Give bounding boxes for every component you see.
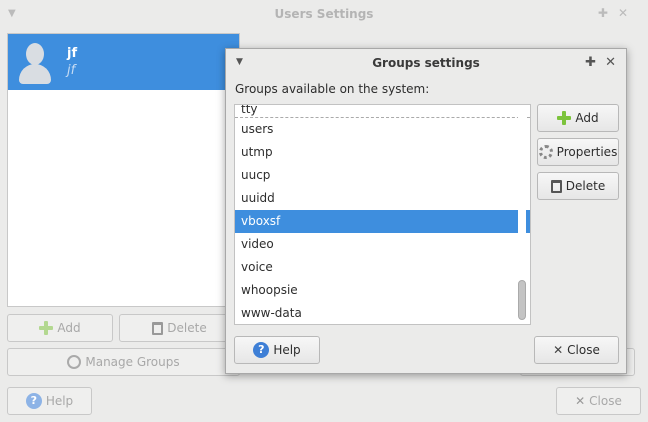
trash-icon (550, 179, 562, 193)
help-button[interactable]: ? Help (234, 336, 320, 364)
list-item[interactable]: whoopsie (235, 279, 530, 302)
scrollbar[interactable] (518, 105, 526, 324)
list-item[interactable]: uucp (235, 164, 530, 187)
close-button[interactable]: ✕ Close (534, 336, 619, 364)
help-label: Help (45, 394, 74, 408)
user-row-jf[interactable]: jf jf (8, 34, 239, 90)
close-label: Close (589, 394, 622, 408)
user-list[interactable]: jf jf (7, 33, 240, 307)
groups-settings-dialog: ▼ Groups settings ✚ ✕ Groups available o… (225, 48, 627, 374)
add-icon (39, 321, 54, 335)
close-icon: ✕ (553, 343, 564, 357)
help-button[interactable]: ? Help (7, 387, 92, 415)
properties-label: Properties (556, 145, 618, 159)
close-icon[interactable]: ✕ (605, 55, 616, 70)
groups-dialog-titlebar: ▼ Groups settings ✚ ✕ (226, 49, 626, 77)
delete-group-label: Delete (565, 179, 606, 193)
window-menu-icon[interactable]: ▼ (236, 57, 243, 67)
list-item[interactable]: video (235, 233, 530, 256)
help-icon: ? (25, 393, 42, 409)
add-user-label: Add (57, 321, 81, 335)
users-settings-titlebar: ▼ Users Settings ✚✕ (0, 0, 648, 28)
delete-group-button[interactable]: Delete (537, 172, 619, 200)
list-item-selected[interactable]: vboxsf (235, 210, 530, 233)
user-login: jf (67, 63, 76, 78)
close-icon: ✕ (575, 394, 586, 408)
close-label: Close (567, 343, 600, 357)
groups-list-label: Groups available on the system: (235, 82, 430, 96)
dialog-title: Groups settings (372, 56, 480, 70)
window-menu-icon[interactable]: ▼ (8, 8, 16, 19)
add-group-button[interactable]: Add (537, 104, 619, 132)
pin-icon[interactable]: ✚ (585, 55, 596, 70)
list-item[interactable]: utmp (235, 141, 530, 164)
window-title: Users Settings (274, 7, 374, 21)
close-button[interactable]: ✕ Close (556, 387, 641, 415)
titlebar-controls[interactable]: ✚✕ (598, 6, 638, 20)
list-item[interactable]: uuidd (235, 187, 530, 210)
manage-groups-button[interactable]: Manage Groups (7, 348, 240, 376)
scrollbar-thumb[interactable] (518, 280, 526, 320)
user-name: jf (67, 46, 78, 61)
add-group-label: Add (575, 111, 599, 125)
delete-user-label: Delete (167, 321, 207, 335)
list-item[interactable]: voice (235, 256, 530, 279)
delete-user-button[interactable]: Delete (119, 314, 240, 342)
group-properties-button[interactable]: Properties (537, 138, 619, 166)
help-label: Help (273, 343, 301, 357)
group-icon (67, 355, 82, 369)
list-item[interactable]: users (235, 118, 530, 141)
trash-icon (152, 321, 164, 335)
add-user-button[interactable]: Add (7, 314, 113, 342)
add-icon (557, 111, 572, 125)
avatar (17, 40, 53, 84)
help-icon: ? (253, 342, 270, 358)
manage-groups-label: Manage Groups (85, 355, 180, 369)
groups-list[interactable]: tty users utmp uucp uuidd vboxsf video v… (234, 104, 531, 325)
list-item[interactable]: tty (235, 105, 530, 118)
list-item[interactable]: www-data (235, 302, 530, 324)
gear-icon (538, 145, 553, 159)
